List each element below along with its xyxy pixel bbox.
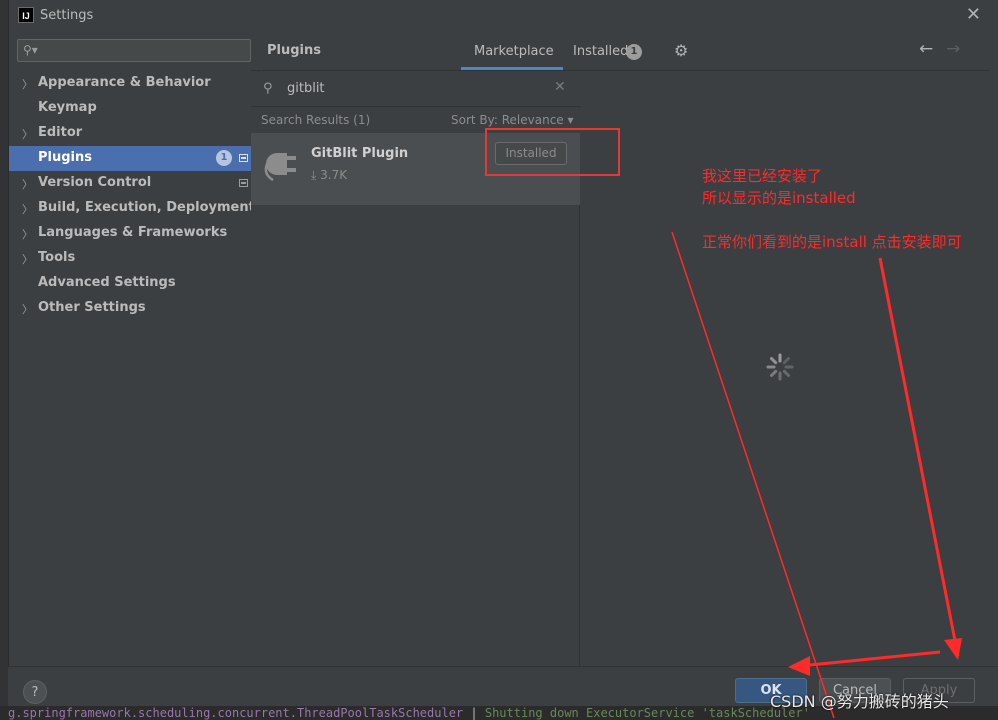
- console-message: Shutting down ExecutorService 'taskSched…: [484, 706, 810, 720]
- sidebar-item-languages[interactable]: 〉 Languages & Frameworks: [9, 221, 259, 246]
- plugin-downloads: ⤓ 3.7K: [311, 168, 348, 182]
- search-icon: ⚲: [263, 81, 273, 96]
- sidebar-item-plugins[interactable]: Plugins 1: [9, 146, 259, 171]
- tab-installed[interactable]: Installed: [573, 44, 628, 59]
- annotation-text: 正常你们看到的是install 点击安装即可: [702, 233, 962, 251]
- sidebar-item-keymap[interactable]: Keymap: [9, 96, 259, 121]
- results-bar: Search Results (1) Sort By: Relevance ▾: [251, 108, 580, 133]
- close-icon[interactable]: ✕: [966, 5, 981, 25]
- update-count-badge: 1: [216, 150, 232, 166]
- plugin-list-pane: ⚲ gitblit ✕ Search Results (1) Sort By: …: [251, 72, 580, 666]
- sidebar-item-label: Other Settings: [38, 300, 146, 315]
- chevron-right-icon: 〉: [22, 203, 33, 216]
- results-count: Search Results (1): [261, 113, 371, 127]
- sidebar-item-label: Tools: [38, 250, 76, 265]
- annotation-text: 所以显示的是installed: [702, 189, 856, 207]
- sidebar-item-editor[interactable]: 〉 Editor: [9, 121, 259, 146]
- search-query[interactable]: gitblit: [287, 81, 325, 96]
- csdn-watermark: CSDN @努力搬砖的猪头: [770, 692, 949, 711]
- sidebar-item-other[interactable]: 〉 Other Settings: [9, 296, 259, 321]
- forward-arrow-icon[interactable]: →: [946, 39, 960, 59]
- installed-button[interactable]: Installed: [495, 142, 567, 165]
- sidebar-item-label: Appearance & Behavior: [38, 75, 211, 90]
- help-button[interactable]: ?: [23, 680, 47, 704]
- plugins-header: Plugins Marketplace Installed 1 ⚙ ← →: [251, 30, 990, 71]
- sort-dropdown[interactable]: Sort By: Relevance ▾: [451, 113, 574, 127]
- sidebar-item-version-control[interactable]: 〉 Version Control: [9, 171, 259, 196]
- active-tab-indicator: [461, 67, 563, 70]
- search-icon: ⚲▾: [23, 43, 38, 57]
- project-level-icon: [239, 154, 248, 162]
- console-class: g.springframework.scheduling.concurrent.…: [8, 706, 464, 720]
- sidebar-item-label: Version Control: [38, 175, 152, 190]
- chevron-right-icon: 〉: [22, 178, 33, 191]
- plugin-search-input[interactable]: ⚲ gitblit ✕: [251, 72, 580, 107]
- background-gutter: [0, 0, 8, 720]
- settings-sidebar: ⚲▾ 〉 Appearance & Behavior Keymap 〉 Edit…: [9, 30, 259, 666]
- tab-marketplace[interactable]: Marketplace: [474, 44, 554, 59]
- chevron-right-icon: 〉: [22, 253, 33, 266]
- sidebar-item-label: Languages & Frameworks: [38, 225, 228, 240]
- plugin-name: GitBlit Plugin: [311, 146, 409, 161]
- plugin-detail-pane: [581, 72, 990, 666]
- gear-icon[interactable]: ⚙: [674, 41, 688, 60]
- sidebar-search-input[interactable]: ⚲▾: [17, 39, 251, 62]
- sidebar-item-label: Advanced Settings: [38, 275, 176, 290]
- console-separator: |: [463, 706, 485, 720]
- sidebar-item-appearance[interactable]: 〉 Appearance & Behavior: [9, 71, 259, 96]
- sidebar-item-tools[interactable]: 〉 Tools: [9, 246, 259, 271]
- clear-icon[interactable]: ✕: [554, 79, 566, 95]
- installed-count-badge: 1: [626, 44, 642, 60]
- title-bar: IJ Settings ✕: [9, 0, 998, 30]
- chevron-right-icon: 〉: [22, 128, 33, 141]
- chevron-right-icon: 〉: [22, 78, 33, 91]
- loading-spinner-icon: [766, 353, 794, 381]
- page-title: Plugins: [267, 43, 321, 58]
- chevron-right-icon: 〉: [22, 228, 33, 241]
- chevron-right-icon: 〉: [22, 303, 33, 316]
- annotation-text: 我这里已经安装了: [702, 167, 823, 185]
- intellij-logo-icon: IJ: [18, 7, 34, 23]
- project-level-icon: [239, 179, 248, 187]
- sidebar-item-label: Editor: [38, 125, 83, 140]
- sidebar-item-label: Plugins: [38, 150, 92, 165]
- sidebar-item-build[interactable]: 〉 Build, Execution, Deployment: [9, 196, 259, 221]
- back-arrow-icon[interactable]: ←: [919, 39, 933, 59]
- sidebar-item-label: Keymap: [38, 100, 97, 115]
- sidebar-item-advanced[interactable]: Advanced Settings: [9, 271, 259, 296]
- sidebar-item-label: Build, Execution, Deployment: [38, 200, 255, 215]
- window-title: Settings: [40, 7, 94, 23]
- list-item[interactable]: GitBlit Plugin ⤓ 3.7K Installed: [251, 133, 580, 205]
- plugin-icon: [264, 153, 296, 182]
